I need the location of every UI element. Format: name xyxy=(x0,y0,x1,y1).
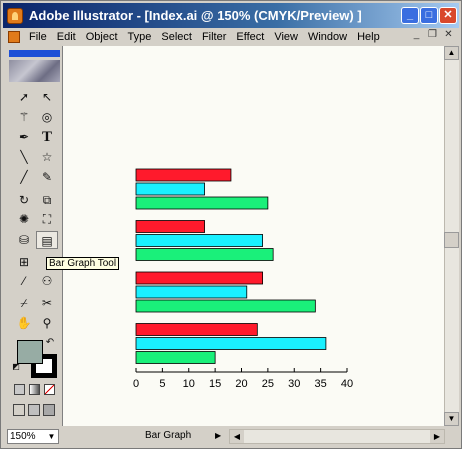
blend-tool-icon[interactable]: ⚇ xyxy=(36,272,58,290)
scroll-down-arrow-icon[interactable]: ▼ xyxy=(444,412,459,426)
close-button[interactable]: ✕ xyxy=(439,7,457,24)
rotate-tool-icon[interactable]: ↻ xyxy=(13,191,35,209)
bar-1-series-2[interactable] xyxy=(135,182,205,196)
symbol-sprayer-tool-icon[interactable]: ⛁ xyxy=(13,231,35,249)
none-mode-icon[interactable] xyxy=(44,384,55,395)
slice-tool-icon[interactable]: ⌿ xyxy=(13,294,35,312)
menu-select[interactable]: Select xyxy=(156,31,197,43)
menu-window[interactable]: Window xyxy=(303,31,352,43)
doc-restore-button[interactable]: ❐ xyxy=(426,30,439,42)
bar-2-series-2[interactable] xyxy=(135,234,263,247)
horizontal-scrollbar[interactable]: ◀ ▶ xyxy=(229,429,445,444)
menu-bar: File Edit Object Type Select Filter Effe… xyxy=(3,28,459,46)
window-title: Adobe Illustrator - [Index.ai @ 150% (CM… xyxy=(29,8,362,23)
vertical-scrollbar[interactable]: ▲ ▼ xyxy=(444,46,459,426)
bar-3-series-2[interactable] xyxy=(135,285,248,299)
doc-close-button[interactable]: ✕ xyxy=(442,30,455,42)
menu-help[interactable]: Help xyxy=(352,31,385,43)
menu-object[interactable]: Object xyxy=(81,31,123,43)
illustrator-app-icon[interactable] xyxy=(7,8,23,24)
bar-graph-tool-icon[interactable]: ▤ xyxy=(36,231,58,249)
menu-filter[interactable]: Filter xyxy=(197,31,231,43)
standard-screen-mode-icon[interactable] xyxy=(13,404,25,416)
x-tick-label-30: 30 xyxy=(288,378,300,390)
bar-1-series-1[interactable] xyxy=(135,168,232,182)
pen-tool-icon[interactable]: ✒ xyxy=(13,128,35,146)
zoom-level-field[interactable]: 150% ▼ xyxy=(7,429,59,444)
maximize-button[interactable]: □ xyxy=(420,7,438,24)
full-screen-mode-icon[interactable] xyxy=(43,404,55,416)
free-transform-tool-icon[interactable]: ⛶ xyxy=(36,210,58,228)
scissors-tool-icon[interactable]: ✂ xyxy=(36,294,58,312)
status-tool-field[interactable]: Bar Graph ▶ xyxy=(69,429,229,444)
swap-fill-stroke-icon[interactable]: ↶ xyxy=(43,336,57,350)
selection-tool-icon[interactable]: ➚ xyxy=(13,88,35,106)
zoom-dropdown-arrow-icon[interactable]: ▼ xyxy=(46,431,57,442)
scroll-thumb[interactable] xyxy=(444,232,459,248)
menu-view[interactable]: View xyxy=(269,31,303,43)
bar-4-series-1[interactable] xyxy=(135,323,258,336)
zoom-level-value: 150% xyxy=(10,431,36,442)
bar-1-series-3[interactable] xyxy=(135,196,269,210)
gradient-mode-icon[interactable] xyxy=(29,384,40,395)
full-screen-menu-mode-icon[interactable] xyxy=(28,404,40,416)
x-tick-label-20: 20 xyxy=(235,378,247,390)
scale-tool-icon[interactable]: ⧉ xyxy=(36,191,58,209)
toolbox-logo-image[interactable] xyxy=(9,60,60,82)
type-tool-icon[interactable]: T xyxy=(36,128,58,146)
status-bar: 150% ▼ Bar Graph ▶ ◀ ▶ xyxy=(3,427,459,445)
tool-tooltip: Bar Graph Tool xyxy=(46,257,120,270)
mesh-tool-icon[interactable]: ⊞ xyxy=(13,253,35,271)
bar-2-series-3[interactable] xyxy=(135,248,274,261)
magic-wand-tool-icon[interactable]: ⚚ xyxy=(13,108,35,126)
status-tool-label: Bar Graph xyxy=(145,430,192,441)
line-segment-tool-icon[interactable]: ╲ xyxy=(13,148,35,166)
x-tick-label-10: 10 xyxy=(183,378,195,390)
lasso-tool-icon[interactable]: ◎ xyxy=(36,108,58,126)
document-icon[interactable] xyxy=(8,31,20,43)
document-window-controls: _ ❐ ✕ xyxy=(410,30,455,42)
x-tick-label-0: 0 xyxy=(133,378,139,390)
bar-3-series-1[interactable] xyxy=(135,271,263,285)
toolbox-title-bar[interactable] xyxy=(9,50,60,57)
x-tick-label-40: 40 xyxy=(341,378,353,390)
bar-graph[interactable]: 0 5 10 15 20 25 30 35 40 xyxy=(63,46,444,426)
doc-minimize-button[interactable]: _ xyxy=(410,30,423,42)
color-mode-icon[interactable] xyxy=(14,384,25,395)
title-bar[interactable]: Adobe Illustrator - [Index.ai @ 150% (CM… xyxy=(3,3,459,28)
scroll-up-arrow-icon[interactable]: ▲ xyxy=(444,46,459,60)
default-colors-icon[interactable]: ◩ xyxy=(11,362,21,372)
scroll-right-arrow-icon[interactable]: ▶ xyxy=(430,430,444,443)
bar-2-series-1[interactable] xyxy=(135,220,205,233)
x-tick-label-15: 15 xyxy=(209,378,221,390)
minimize-button[interactable]: _ xyxy=(401,7,419,24)
illustrator-window: Adobe Illustrator - [Index.ai @ 150% (CM… xyxy=(0,0,462,449)
star-tool-icon[interactable]: ☆ xyxy=(36,148,58,166)
pencil-tool-icon[interactable]: ✎ xyxy=(36,168,58,186)
menu-file[interactable]: File xyxy=(24,31,52,43)
menu-edit[interactable]: Edit xyxy=(52,31,81,43)
menu-effect[interactable]: Effect xyxy=(231,31,269,43)
fill-color-swatch[interactable] xyxy=(17,340,43,364)
bar-4-series-3[interactable] xyxy=(135,351,216,364)
bar-3-series-3[interactable] xyxy=(135,299,316,313)
warp-tool-icon[interactable]: ✺ xyxy=(13,210,35,228)
scroll-left-arrow-icon[interactable]: ◀ xyxy=(230,430,244,443)
x-tick-label-25: 25 xyxy=(262,378,274,390)
x-tick-label-5: 5 xyxy=(159,378,165,390)
paintbrush-tool-icon[interactable]: ╱ xyxy=(13,168,35,186)
x-tick-label-35: 35 xyxy=(315,378,327,390)
artboard-canvas[interactable]: 0 5 10 15 20 25 30 35 40 xyxy=(63,46,444,426)
eyedropper-tool-icon[interactable]: ⁄ xyxy=(13,272,35,290)
direct-selection-tool-icon[interactable]: ↖ xyxy=(36,88,58,106)
toolbox-panel: ➚ ↖ ⚚ ◎ ✒ T ╲ ☆ ╱ ✎ ↻ ⧉ ✺ ⛶ ⛁ ▤ ⊞ ⁄ ⚇ ⌿ … xyxy=(5,46,63,426)
bar-4-series-2[interactable] xyxy=(135,337,327,350)
zoom-tool-icon[interactable]: ⚲ xyxy=(36,314,58,332)
hand-tool-icon[interactable]: ✋ xyxy=(13,314,35,332)
status-menu-arrow-icon[interactable]: ▶ xyxy=(215,429,221,443)
menu-type[interactable]: Type xyxy=(123,31,157,43)
